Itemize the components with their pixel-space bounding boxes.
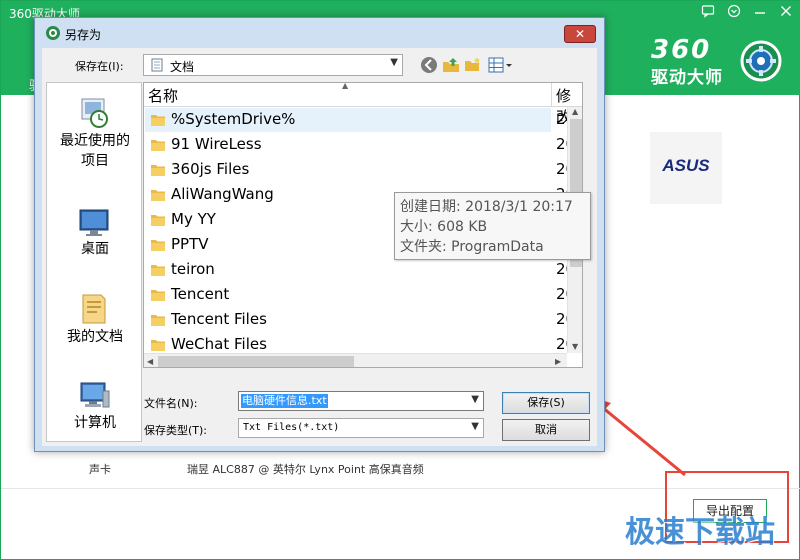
folder-icon xyxy=(151,315,165,326)
filetype-label: 保存类型(T): xyxy=(144,424,208,437)
folder-tooltip: 创建日期: 2018/3/1 20:17 大小: 608 KB 文件夹: Pro… xyxy=(394,192,591,260)
file-name: My YY xyxy=(171,210,216,228)
column-separator[interactable] xyxy=(551,83,552,107)
dialog-titlebar[interactable]: 另存为 ✕ xyxy=(35,18,604,48)
logo-number: 360 xyxy=(651,35,712,65)
scroll-right-icon[interactable]: ▶ xyxy=(555,357,561,366)
minimize-icon[interactable] xyxy=(751,4,769,22)
cancel-button[interactable]: 取消 xyxy=(502,419,590,441)
save-button[interactable]: 保存(S) xyxy=(502,392,590,414)
chevron-down-icon[interactable]: ▼ xyxy=(471,421,479,432)
dialog-close-button[interactable]: ✕ xyxy=(564,25,596,43)
place-label: 我的文档 xyxy=(67,329,123,345)
horizontal-scrollbar[interactable]: ◀ ▶ xyxy=(144,353,567,367)
scroll-down-icon[interactable]: ▼ xyxy=(572,342,578,351)
save-in-combo[interactable]: 文档 ▼ xyxy=(143,54,403,76)
documents-icon xyxy=(82,294,106,324)
file-row[interactable]: 360js Files xyxy=(145,158,551,182)
save-in-label: 保存在(I): xyxy=(75,60,124,73)
save-in-value: 文档 xyxy=(170,60,195,74)
file-name: 91 WireLess xyxy=(171,135,262,153)
menu-icon[interactable] xyxy=(725,4,743,22)
place-label: 计算机 xyxy=(74,415,116,431)
places-bar: 最近使用的 项目 桌面 我的文档 计算机 xyxy=(46,82,142,442)
place-label: 项目 xyxy=(81,153,109,169)
up-folder-icon[interactable] xyxy=(442,56,460,74)
folder-icon xyxy=(151,290,165,301)
folder-icon xyxy=(151,240,165,251)
dialog-title: 另存为 xyxy=(65,28,102,42)
folder-icon xyxy=(151,115,165,126)
place-label: 桌面 xyxy=(81,241,109,257)
chevron-down-icon[interactable]: ▼ xyxy=(390,57,398,68)
column-name-header[interactable]: 名称 xyxy=(148,85,178,106)
filename-value: 电脑硬件信息.txt xyxy=(241,394,328,408)
gear-logo-icon xyxy=(740,40,782,82)
file-row[interactable]: Tencent Files xyxy=(145,308,551,332)
tooltip-created: 创建日期: 2018/3/1 20:17 xyxy=(400,199,573,215)
brand-logo: ASUS xyxy=(662,156,710,175)
filename-input[interactable]: 电脑硬件信息.txt ▼ xyxy=(238,391,484,411)
folder-icon xyxy=(151,215,165,226)
file-name: Tencent xyxy=(171,285,230,303)
folder-icon xyxy=(151,140,165,151)
tooltip-size: 大小: 608 KB xyxy=(400,219,488,235)
file-row[interactable]: teiron xyxy=(145,258,551,282)
file-name: PPTV xyxy=(171,235,209,253)
tooltip-folder: 文件夹: ProgramData xyxy=(400,239,544,255)
hardware-label: 声卡 xyxy=(89,463,111,476)
feedback-icon[interactable] xyxy=(699,4,717,22)
app-logo: 360 驱动大师 xyxy=(651,35,791,88)
document-folder-icon xyxy=(151,58,163,72)
folder-icon xyxy=(151,265,165,276)
column-header: ▲ 名称 修改 xyxy=(144,82,582,126)
filename-label: 文件名(N): xyxy=(144,397,198,410)
back-icon[interactable] xyxy=(420,56,438,74)
file-row[interactable]: Tencent xyxy=(145,283,551,307)
dialog-app-icon xyxy=(46,26,60,40)
computer-icon xyxy=(80,382,110,408)
filetype-value: Txt Files(*.txt) xyxy=(243,422,340,433)
new-folder-icon[interactable] xyxy=(464,56,482,74)
file-name: WeChat Files xyxy=(171,335,267,353)
file-name: teiron xyxy=(171,260,215,278)
dialog-body: 保存在(I): 文档 ▼ 最近使用的 项目 桌面 我的文档 计算机 ▲ 名称 修… xyxy=(42,48,597,446)
watermark: 极速下载站 xyxy=(625,515,775,550)
brand-logo-tile: ASUS xyxy=(650,132,722,204)
sort-ascending-icon: ▲ xyxy=(342,82,349,90)
logo-name: 驱动大师 xyxy=(651,68,723,88)
filetype-select[interactable]: Txt Files(*.txt) ▼ xyxy=(238,418,484,438)
horizontal-scroll-thumb[interactable] xyxy=(158,356,354,367)
desktop-icon xyxy=(79,209,109,236)
recent-items-icon xyxy=(81,98,108,128)
close-icon[interactable] xyxy=(777,4,795,22)
scroll-left-icon[interactable]: ◀ xyxy=(147,357,153,366)
file-name: %SystemDrive% xyxy=(171,110,296,128)
file-name: AliWangWang xyxy=(171,185,274,203)
place-label: 最近使用的 xyxy=(60,133,130,149)
save-as-dialog: 另存为 ✕ 保存在(I): 文档 ▼ 最近使用的 项目 桌面 我的文档 计算机 … xyxy=(34,17,605,452)
file-row[interactable]: 91 WireLess xyxy=(145,133,551,157)
folder-icon xyxy=(151,190,165,201)
scroll-up-icon[interactable]: ▲ xyxy=(572,107,578,116)
folder-icon xyxy=(151,165,165,176)
folder-icon xyxy=(151,340,165,351)
file-name: 360js Files xyxy=(171,160,250,178)
hardware-value: 瑞昱 ALC887 @ 英特尔 Lynx Point 高保真音频 xyxy=(187,463,424,476)
file-name: Tencent Files xyxy=(171,310,267,328)
chevron-down-icon[interactable]: ▼ xyxy=(471,394,479,405)
file-row[interactable]: %SystemDrive% xyxy=(145,108,551,132)
view-menu-icon[interactable] xyxy=(488,56,514,74)
